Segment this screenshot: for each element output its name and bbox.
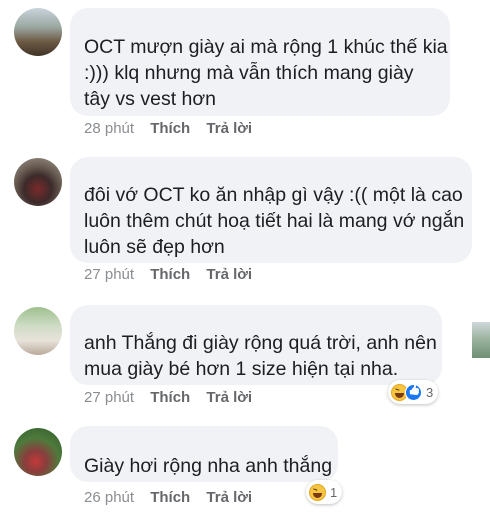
comment-actions: 28 phút Thích Trả lời bbox=[84, 119, 252, 139]
comment-bubble: Giày hơi rộng nha anh thắng bbox=[70, 426, 338, 482]
comment-text-line: OCT mượn giày ai mà rộng 1 khúc thế kia bbox=[84, 36, 448, 58]
comment-text-line: luôn sẽ đẹp hơn bbox=[84, 236, 225, 258]
reply-link[interactable]: Trả lời bbox=[206, 266, 252, 283]
comment-bubble: đôi vớ OCT ko ăn nhập gì vậy :(( một là … bbox=[70, 157, 472, 263]
like-link[interactable]: Thích bbox=[150, 389, 190, 406]
comment-text-line: Giày hơi rộng nha anh thắng bbox=[84, 455, 333, 477]
reaction-summary[interactable]: 3 bbox=[388, 380, 439, 404]
timestamp[interactable]: 27 phút bbox=[84, 266, 134, 283]
haha-reaction-icon bbox=[309, 483, 326, 501]
comment-text-line: :))) klq nhưng mà vẫn thích mang giày bbox=[84, 62, 414, 84]
reply-link[interactable]: Trả lời bbox=[206, 489, 252, 506]
side-image-thumbnail bbox=[472, 322, 490, 358]
avatar[interactable] bbox=[14, 307, 62, 355]
reaction-summary[interactable]: 1 bbox=[306, 480, 343, 504]
avatar[interactable] bbox=[14, 428, 62, 476]
comment-actions: 27 phút Thích Trả lời bbox=[84, 265, 252, 285]
comment-text-line: luôn thêm chút hoạ tiết hai là mang vớ n… bbox=[84, 210, 465, 232]
timestamp[interactable]: 28 phút bbox=[84, 120, 134, 137]
comment-bubble: OCT mượn giày ai mà rộng 1 khúc thế kia … bbox=[70, 8, 450, 116]
reply-link[interactable]: Trả lời bbox=[206, 389, 252, 406]
like-link[interactable]: Thích bbox=[150, 120, 190, 137]
timestamp[interactable]: 26 phút bbox=[84, 489, 134, 506]
reaction-count: 3 bbox=[426, 384, 434, 400]
like-link[interactable]: Thích bbox=[150, 489, 190, 506]
like-link[interactable]: Thích bbox=[150, 266, 190, 283]
comment-bubble: anh Thắng đi giày rộng quá trời, anh nên… bbox=[70, 305, 442, 385]
comment-text-line: tây vs vest hơn bbox=[84, 88, 217, 110]
comment-actions: 27 phút Thích Trả lời bbox=[84, 388, 252, 408]
timestamp[interactable]: 27 phút bbox=[84, 389, 134, 406]
reply-link[interactable]: Trả lời bbox=[206, 120, 252, 137]
comment-text-line: anh Thắng đi giày rộng quá trời, anh nên bbox=[84, 332, 437, 354]
comment-actions: 26 phút Thích Trả lời bbox=[84, 488, 252, 508]
reaction-count: 1 bbox=[330, 484, 338, 500]
comment-text-line: đôi vớ OCT ko ăn nhập gì vậy :(( một là … bbox=[84, 184, 463, 206]
avatar[interactable] bbox=[14, 158, 62, 206]
comment-text-line: mua giày bé hơn 1 size hiện tại nha. bbox=[84, 358, 399, 380]
avatar[interactable] bbox=[14, 8, 62, 56]
like-reaction-icon bbox=[405, 383, 422, 401]
